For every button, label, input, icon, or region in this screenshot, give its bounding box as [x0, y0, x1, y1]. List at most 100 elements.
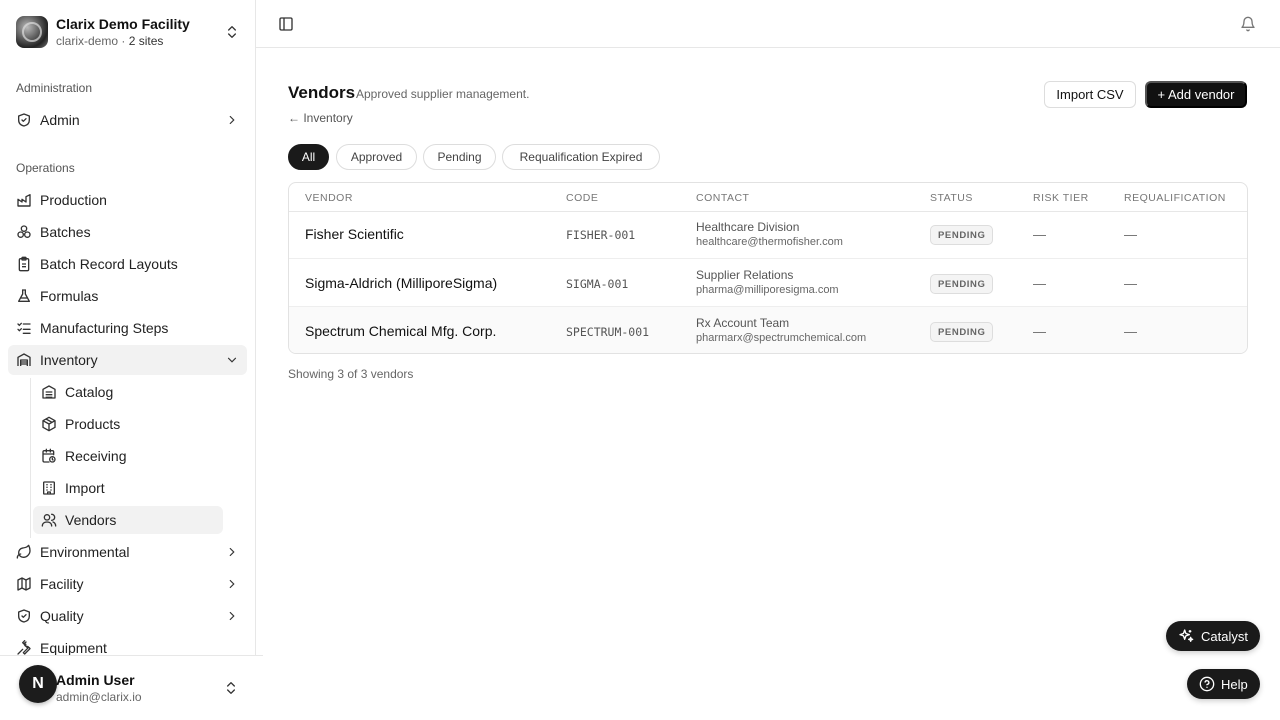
flask-icon	[18, 289, 30, 302]
status-badge: PENDING	[930, 274, 994, 294]
sidebar-item-label: Facility	[40, 576, 84, 592]
user-menu[interactable]: N Admin User admin@clarix.io	[0, 655, 263, 720]
import-csv-button[interactable]: Import CSV	[1044, 81, 1136, 108]
users-icon	[41, 513, 57, 527]
sidebar-item-label: Catalog	[65, 384, 114, 400]
shield-check-icon	[18, 113, 30, 127]
org-separator: ·	[118, 34, 129, 48]
contact-name: Supplier Relations	[696, 268, 794, 282]
contact-email: healthcare@thermofisher.com	[696, 236, 843, 248]
org-meta: clarix-demo · 2 sites	[56, 34, 163, 48]
map-icon	[17, 577, 31, 591]
catalog-icon	[42, 385, 56, 399]
sidebar-item-label: Production	[40, 192, 107, 208]
top-bar	[256, 0, 1280, 48]
section-operations: Operations	[16, 161, 75, 175]
page-title: Vendors	[288, 83, 356, 102]
sidebar-item-label: Batch Record Layouts	[40, 256, 178, 272]
sidebar: Clarix Demo Facility clarix-demo · 2 sit…	[0, 0, 256, 720]
sidebar-item-batches[interactable]: Batches	[8, 217, 247, 247]
sidebar-item-batch-record-layouts[interactable]: Batch Record Layouts	[8, 249, 247, 279]
table-row[interactable]: Spectrum Chemical Mfg. Corp. SPECTRUM-00…	[289, 306, 1247, 353]
table-row[interactable]: Fisher Scientific FISHER-001 Healthcare …	[289, 211, 1247, 259]
sidebar-subitem-vendors[interactable]: Vendors	[33, 506, 223, 534]
org-switcher[interactable]: Clarix Demo Facility clarix-demo · 2 sit…	[16, 16, 240, 50]
chevrons-up-down-icon[interactable]	[224, 24, 240, 40]
risk-tier-value: —	[1033, 324, 1046, 339]
sidebar-item-label: Receiving	[65, 448, 127, 464]
shield-check-icon	[18, 609, 30, 623]
sidebar-item-environmental[interactable]: Environmental	[8, 537, 247, 567]
risk-tier-value: —	[1033, 227, 1046, 242]
sidebar-item-label: Manufacturing Steps	[40, 320, 169, 336]
wrench-icon	[17, 640, 31, 655]
submenu-rail	[30, 378, 31, 538]
sparkles-icon	[1179, 629, 1194, 642]
org-logo	[16, 16, 48, 48]
filter-requalification-expired[interactable]: Requalification Expired	[502, 144, 660, 170]
package-icon	[42, 416, 56, 432]
column-header-status[interactable]: Status	[930, 192, 973, 204]
help-button[interactable]: Help	[1187, 669, 1260, 699]
batches-icon	[17, 225, 31, 238]
warehouse-icon	[17, 353, 31, 366]
sidebar-item-production[interactable]: Production	[8, 185, 247, 215]
sidebar-subitem-products[interactable]: Products	[33, 410, 223, 438]
sidebar-item-formulas[interactable]: Formulas	[8, 281, 247, 311]
list-checks-icon	[17, 322, 31, 334]
section-administration: Administration	[16, 81, 93, 95]
sidebar-item-facility[interactable]: Facility	[8, 569, 247, 599]
help-circle-icon	[1199, 676, 1215, 692]
vendor-name[interactable]: Fisher Scientific	[305, 226, 404, 242]
vendor-code: SPECTRUM-001	[566, 325, 650, 339]
vendor-code: SIGMA-001	[566, 277, 629, 291]
sidebar-subitem-catalog[interactable]: Catalog	[33, 378, 223, 406]
vendor-name[interactable]: Spectrum Chemical Mfg. Corp.	[305, 323, 496, 339]
chevron-right-icon	[229, 115, 235, 125]
bell-icon[interactable]	[1240, 16, 1256, 32]
requalification-value: —	[1124, 324, 1137, 339]
catalyst-label: Catalyst	[1201, 628, 1248, 644]
org-sites: 2 sites	[128, 34, 164, 48]
catalyst-button[interactable]: Catalyst	[1166, 621, 1260, 651]
calendar-clock-icon	[42, 448, 56, 463]
chevrons-up-down-icon[interactable]	[223, 680, 239, 696]
column-header-requalification[interactable]: Requalification	[1124, 192, 1226, 204]
chevron-right-icon	[229, 547, 235, 557]
sidebar-subitem-import[interactable]: Import	[33, 474, 223, 502]
filter-all[interactable]: All	[288, 144, 329, 170]
status-badge: PENDING	[930, 225, 994, 245]
factory-icon	[17, 194, 31, 207]
sidebar-item-manufacturing-steps[interactable]: Manufacturing Steps	[8, 313, 247, 343]
column-header-vendor[interactable]: Vendor	[305, 192, 353, 204]
user-email: admin@clarix.io	[56, 690, 142, 704]
sidebar-item-label: Equipment	[40, 640, 107, 656]
column-header-risk-tier[interactable]: Risk Tier	[1033, 192, 1089, 204]
add-vendor-button[interactable]: + Add vendor	[1145, 81, 1247, 108]
chevron-right-icon	[229, 611, 235, 621]
chevron-right-icon	[229, 579, 235, 589]
building-icon	[43, 481, 55, 495]
sidebar-item-inventory[interactable]: Inventory	[8, 345, 247, 375]
leaf-icon	[16, 544, 31, 559]
avatar[interactable]: N	[19, 665, 57, 703]
sidebar-item-quality[interactable]: Quality	[8, 601, 247, 631]
filter-pending[interactable]: Pending	[423, 144, 496, 170]
sidebar-item-label: Batches	[40, 224, 91, 240]
table-count: Showing 3 of 3 vendors	[288, 367, 414, 381]
vendor-name[interactable]: Sigma-Aldrich (MilliporeSigma)	[305, 275, 497, 291]
filter-approved[interactable]: Approved	[336, 144, 417, 170]
table-row[interactable]: Sigma-Aldrich (MilliporeSigma) SIGMA-001…	[289, 258, 1247, 306]
vendors-table: Vendor Code Contact Status Risk Tier Req…	[288, 182, 1248, 354]
back-to-inventory-link[interactable]: ← Inventory	[288, 111, 353, 125]
contact-email: pharma@milliporesigma.com	[696, 284, 839, 296]
sidebar-item-admin[interactable]: Admin	[8, 105, 247, 135]
sidebar-item-label: Inventory	[40, 352, 98, 368]
contact-name: Rx Account Team	[696, 316, 790, 330]
column-header-contact[interactable]: Contact	[696, 192, 749, 204]
vendor-code: FISHER-001	[566, 228, 636, 242]
sidebar-subitem-receiving[interactable]: Receiving	[33, 442, 223, 470]
contact-email: pharmarx@spectrumchemical.com	[696, 332, 867, 344]
sidebar-toggle-icon[interactable]	[278, 16, 294, 32]
column-header-code[interactable]: Code	[566, 192, 598, 204]
